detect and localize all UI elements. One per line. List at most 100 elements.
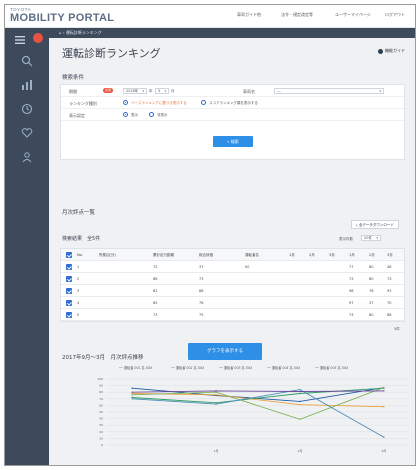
data-point[interactable]	[131, 392, 133, 395]
per-page-select[interactable]: 20件 ▾	[361, 235, 381, 241]
sidebar-item-ranking[interactable]	[5, 76, 49, 100]
col-header-month-3[interactable]: 3月	[329, 253, 335, 258]
nav-link-mypage[interactable]: ユーザーマイページ	[335, 12, 371, 20]
col-header-month-2[interactable]: 2月	[309, 253, 315, 258]
col-header-department[interactable]: 所属(区分)	[99, 253, 116, 258]
row-checkbox[interactable]	[66, 300, 72, 306]
data-point[interactable]	[383, 386, 385, 389]
data-point[interactable]	[131, 387, 133, 389]
col-header-month-4[interactable]: 1月	[349, 253, 355, 258]
sidebar	[5, 28, 49, 465]
data-point[interactable]	[299, 418, 301, 420]
data-point[interactable]	[383, 406, 385, 408]
row-checkbox[interactable]	[66, 264, 72, 270]
data-point[interactable]	[383, 390, 385, 392]
nav-link-guide[interactable]: 車両ガイド他	[237, 12, 261, 20]
table-cell: 73	[387, 277, 392, 281]
display-option-2[interactable]: 非表示	[157, 113, 168, 118]
table-cell: 86	[153, 277, 158, 281]
col-header-month-1[interactable]: 1月	[289, 253, 295, 258]
legend-entry[interactable]: ── 運転者 005 名 XXX	[314, 365, 349, 370]
col-header-distance[interactable]: 累計走行距離	[153, 253, 174, 258]
y-tick-label: 90	[99, 384, 103, 388]
ranking-radio-2[interactable]	[201, 100, 206, 105]
legend-entry[interactable]: ── 運転者 004 名 XXX	[266, 365, 301, 370]
export-button[interactable]: ⤓ 全データダウンロード	[351, 220, 399, 229]
legend-entry[interactable]: ── 運転者 001 名 XXX	[118, 365, 153, 370]
y-tick-label: 0	[101, 443, 103, 447]
table-row[interactable]: 2 86 73 73 80 73	[61, 273, 404, 285]
data-point[interactable]	[215, 390, 217, 392]
table-cell: 3	[77, 289, 80, 293]
year-select[interactable]: 2018年 ▾	[123, 88, 147, 94]
vehicle-select-value: ---	[277, 89, 281, 93]
help-button[interactable]: 機能ガイド	[378, 48, 405, 54]
data-point[interactable]	[215, 403, 217, 405]
show-graph-button[interactable]: グラフを表示する	[188, 343, 262, 360]
sidebar-item-search[interactable]	[5, 52, 49, 76]
display-option-1[interactable]: 表示	[131, 113, 138, 118]
data-point[interactable]	[299, 388, 301, 391]
notification-badge[interactable]	[33, 33, 43, 43]
col-header-no[interactable]: No.	[77, 253, 83, 257]
table-cell: 4	[77, 301, 80, 305]
display-radio-1[interactable]	[123, 112, 128, 117]
breadcrumb-bar: ⌂ › 運転診断ランキング	[49, 28, 415, 38]
ranking-option-1[interactable]: ベースランキングに基づき表示する	[131, 101, 187, 106]
x-tick-label: 3月	[381, 449, 386, 453]
data-point[interactable]	[215, 402, 217, 404]
sidebar-item-users[interactable]	[5, 148, 49, 172]
legend-entry[interactable]: ── 運転者 002 名 XXX	[170, 365, 205, 370]
display-radio-2[interactable]	[149, 112, 154, 117]
select-all-checkbox[interactable]	[66, 252, 72, 258]
col-header-month-6[interactable]: 3月	[387, 253, 393, 258]
brand-logo[interactable]: MOBILITY PORTAL	[10, 12, 114, 24]
ranking-row: ランキング種別 ベースランキングに基づき表示する スコアランキング順を表示する	[61, 97, 404, 109]
data-point[interactable]	[131, 396, 133, 399]
y-tick-label: 20	[99, 430, 103, 434]
table-row[interactable]: 4 65 76 97 37 70	[61, 297, 404, 309]
data-point[interactable]	[383, 436, 385, 438]
table-row[interactable]: 3 62 88 98 76 93	[61, 285, 404, 297]
table-cell: 93	[387, 289, 392, 293]
menu-icon[interactable]	[15, 36, 25, 45]
table-cell: 62	[153, 289, 158, 293]
col-header-driver[interactable]: 運転者名	[245, 253, 259, 258]
heart-icon	[21, 128, 33, 138]
row-count-footer: 5件	[394, 327, 400, 331]
data-point[interactable]	[299, 400, 301, 403]
sidebar-item-favorites[interactable]	[5, 124, 49, 148]
data-point[interactable]	[299, 392, 301, 395]
table-cell: 73	[349, 313, 354, 317]
ranking-radio-1[interactable]	[123, 100, 128, 105]
data-point[interactable]	[131, 398, 133, 400]
data-point[interactable]	[299, 390, 301, 393]
row-checkbox[interactable]	[66, 312, 72, 318]
data-point[interactable]	[299, 404, 301, 406]
required-badge: 必須	[103, 88, 113, 93]
search-button[interactable]: ⌕ 検索	[213, 136, 253, 147]
ranking-option-2[interactable]: スコアランキング順を表示する	[209, 101, 258, 106]
data-point[interactable]	[131, 391, 133, 393]
col-header-score[interactable]: 総合評価	[199, 253, 213, 258]
result-count: 検索結果 全5件	[62, 236, 101, 242]
table-cell: 80	[369, 313, 374, 317]
nav-link-logout[interactable]: ログアウト	[385, 12, 405, 20]
row-checkbox[interactable]	[66, 276, 72, 282]
table-row[interactable]: 1 72 37 00 77 80 48	[61, 261, 404, 273]
sidebar-item-settings[interactable]	[5, 100, 49, 124]
data-point[interactable]	[215, 394, 217, 396]
data-point[interactable]	[215, 391, 217, 393]
row-checkbox[interactable]	[66, 288, 72, 294]
table-row[interactable]: 5 73 75 73 80 88	[61, 309, 404, 321]
nav-link-regulations[interactable]: 法令・規定改定等	[281, 12, 313, 20]
breadcrumb: ⌂ › 運転診断ランキング	[59, 30, 102, 36]
legend-entry[interactable]: ── 運転者 003 名 XXX	[218, 365, 253, 370]
home-icon[interactable]: ⌂	[59, 30, 62, 35]
per-page-value: 20件	[364, 236, 372, 240]
chevron-down-icon: ▾	[376, 236, 378, 240]
col-header-month-5[interactable]: 2月	[369, 253, 375, 258]
vehicle-select[interactable]: --- ▾	[274, 88, 384, 94]
month-select[interactable]: 5 ▾	[155, 88, 169, 94]
data-point[interactable]	[131, 394, 133, 396]
